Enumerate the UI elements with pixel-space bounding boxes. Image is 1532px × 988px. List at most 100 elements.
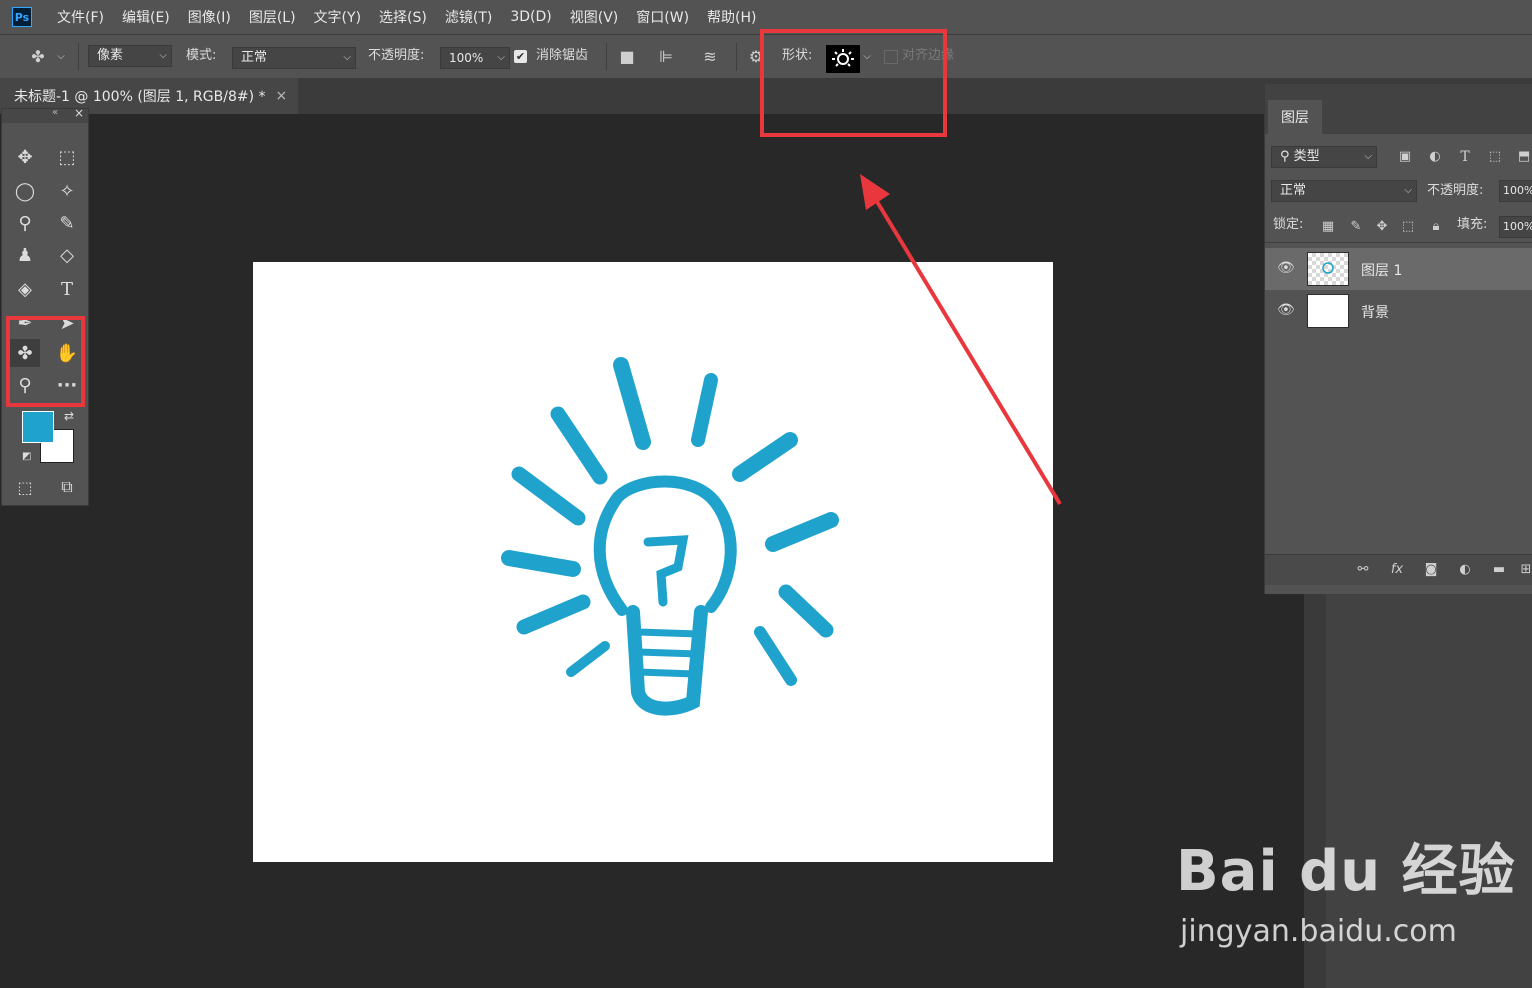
chevron-down-icon: ⌵	[343, 52, 351, 63]
brush-tool-icon[interactable]: ✎	[52, 209, 82, 237]
layers-panel-tabbar: 图层	[1265, 84, 1532, 134]
lock-pixels-icon[interactable]: ✎	[1347, 216, 1365, 238]
layer-name: 背景	[1361, 305, 1389, 321]
eye-icon[interactable]: 👁︎	[1277, 302, 1295, 318]
path-alignment-icon[interactable]: ⊫	[654, 46, 678, 68]
move-tool-icon[interactable]: ✥	[10, 143, 40, 171]
lightbulb-thumbnail-icon	[1322, 262, 1334, 274]
divider	[78, 43, 79, 71]
watermark-url: jingyan.baidu.com	[1180, 914, 1457, 949]
document-tab-title: 未标题-1 @ 100% (图层 1, RGB/8#) *	[14, 89, 266, 105]
divider	[736, 43, 737, 71]
magic-wand-tool-icon[interactable]: ✧	[52, 177, 82, 205]
eyedropper-tool-icon[interactable]: ⚲	[10, 209, 40, 237]
close-icon[interactable]: ×	[276, 88, 288, 104]
collapse-icon[interactable]: «	[52, 107, 58, 118]
menu-select[interactable]: 选择(S)	[370, 7, 436, 27]
filter-pixel-icon[interactable]: ▣	[1395, 146, 1415, 168]
menu-filter[interactable]: 滤镜(T)	[436, 7, 501, 27]
mode-dropdown[interactable]: 正常 ⌵	[232, 47, 356, 69]
opacity-label: 不透明度:	[368, 48, 425, 63]
filter-type-icon[interactable]: T	[1455, 146, 1475, 168]
lock-transparent-icon[interactable]: ▦	[1319, 216, 1337, 238]
layer-opacity-value: 100%	[1503, 184, 1532, 197]
fill-type-dropdown[interactable]: 像素 ⌵	[88, 45, 172, 67]
eraser-tool-icon[interactable]: ◇	[52, 241, 82, 269]
fx-icon[interactable]: fx	[1387, 559, 1407, 581]
screen-mode-icon[interactable]: ⧉	[52, 473, 82, 501]
menu-help[interactable]: 帮助(H)	[698, 7, 765, 27]
chevron-down-icon: ⌵	[497, 52, 505, 63]
layer-thumbnail	[1307, 252, 1349, 286]
annotation-arrow	[860, 174, 1062, 506]
lasso-tool-icon[interactable]: ◯	[10, 177, 40, 205]
layer-filter-dropdown[interactable]: ⚲ 类型 ⌵	[1271, 146, 1377, 168]
layer-row-background[interactable]: 👁︎ 背景	[1265, 290, 1532, 332]
folder-icon[interactable]: ▬	[1489, 559, 1509, 581]
lock-artboard-icon[interactable]: ⬚	[1399, 216, 1417, 238]
annotation-box-shape	[760, 29, 947, 137]
mode-label: 模式:	[186, 48, 217, 63]
link-icon[interactable]: ⚯	[1353, 559, 1373, 581]
photoshop-logo-icon: Ps	[12, 7, 32, 27]
fill-type-value: 像素	[97, 48, 124, 63]
menu-image[interactable]: 图像(I)	[179, 7, 240, 27]
lock-label: 锁定:	[1273, 217, 1304, 232]
lock-all-icon[interactable]: 🔒︎	[1427, 216, 1445, 238]
annotation-box-tools	[6, 316, 85, 407]
new-layer-icon[interactable]: ⊞	[1519, 559, 1532, 581]
menu-file[interactable]: 文件(F)	[48, 7, 113, 27]
filter-smart-object-icon[interactable]: ⬒	[1515, 146, 1532, 168]
type-tool-icon[interactable]: T	[52, 275, 82, 303]
add-mask-icon[interactable]: ◙	[1421, 559, 1441, 581]
filter-shape-icon[interactable]: ⬚	[1485, 146, 1505, 168]
chevron-down-icon: ⌵	[1404, 185, 1412, 196]
tab-layers[interactable]: 图层	[1268, 100, 1322, 134]
divider	[1265, 242, 1532, 243]
layer-filter-value: 类型	[1293, 149, 1320, 164]
divider	[606, 43, 607, 71]
menu-type[interactable]: 文字(Y)	[305, 7, 370, 27]
quick-mask-icon[interactable]: ⬚	[10, 473, 40, 501]
adjustment-layer-icon[interactable]: ◐	[1455, 559, 1475, 581]
opacity-field[interactable]: 100% ⌵	[440, 47, 510, 69]
fill-field[interactable]: 100%	[1499, 216, 1532, 238]
opacity-value: 100%	[449, 51, 484, 65]
close-icon[interactable]: ×	[74, 106, 84, 120]
swap-colors-icon[interactable]: ⇄	[64, 409, 74, 423]
path-operations-icon[interactable]: ■	[616, 46, 638, 68]
stamp-tool-icon[interactable]: ♟	[10, 241, 40, 269]
chevron-down-icon: ⌵	[159, 50, 167, 61]
layer-row-layer1[interactable]: 👁︎ 图层 1	[1265, 248, 1532, 290]
menu-window[interactable]: 窗口(W)	[627, 7, 698, 27]
layer-name: 图层 1	[1361, 263, 1403, 279]
menu-3d[interactable]: 3D(D)	[501, 9, 560, 25]
toolbox: « × ✥ ⬚ ◯ ✧ ⚲ ✎ ♟ ◇ ◈ T ✒ ➤ ✤ ✋ ⚲ ··· ⇄ …	[1, 106, 89, 506]
menu-layer[interactable]: 图层(L)	[240, 7, 305, 27]
baidu-jingyan-watermark-logo: Bai du 经验	[1176, 839, 1516, 904]
blend-mode-value: 正常	[1280, 183, 1307, 198]
fill-label: 填充:	[1457, 217, 1488, 232]
layers-panel: 图层 ⚲ 类型 ⌵ ▣ ◐ T ⬚ ⬒ 正常 ⌵ 不透明度: 100% 锁定: ▦ …	[1264, 84, 1532, 594]
menu-edit[interactable]: 编辑(E)	[113, 7, 179, 27]
filter-adjustment-icon[interactable]: ◐	[1425, 146, 1445, 168]
paint-bucket-tool-icon[interactable]: ◈	[10, 275, 40, 303]
antialias-label: 消除锯齿	[536, 48, 589, 63]
layer-opacity-field[interactable]: 100%	[1499, 180, 1532, 202]
path-arrangement-icon[interactable]: ≋	[696, 46, 724, 68]
default-colors-icon[interactable]: ◩	[22, 451, 31, 462]
fill-value: 100%	[1503, 220, 1532, 233]
chevron-down-icon: ⌵	[1364, 151, 1372, 162]
layers-footer: ⚯ fx ◙ ◐ ▬ ⊞	[1265, 554, 1532, 585]
custom-shape-tool-icon[interactable]: ✤	[24, 46, 52, 68]
toolbox-header[interactable]: « ×	[2, 106, 88, 123]
lock-position-icon[interactable]: ✥	[1373, 216, 1391, 238]
antialias-checkbox[interactable]: ✔	[514, 50, 527, 63]
eye-icon[interactable]: 👁︎	[1277, 260, 1295, 276]
foreground-color-swatch[interactable]	[22, 411, 54, 443]
menu-view[interactable]: 视图(V)	[561, 7, 628, 27]
layer-thumbnail	[1307, 294, 1349, 328]
marquee-tool-icon[interactable]: ⬚	[52, 143, 82, 171]
tool-preset-chevron-icon[interactable]: ⌵	[54, 46, 68, 68]
blend-mode-dropdown[interactable]: 正常 ⌵	[1271, 180, 1417, 202]
